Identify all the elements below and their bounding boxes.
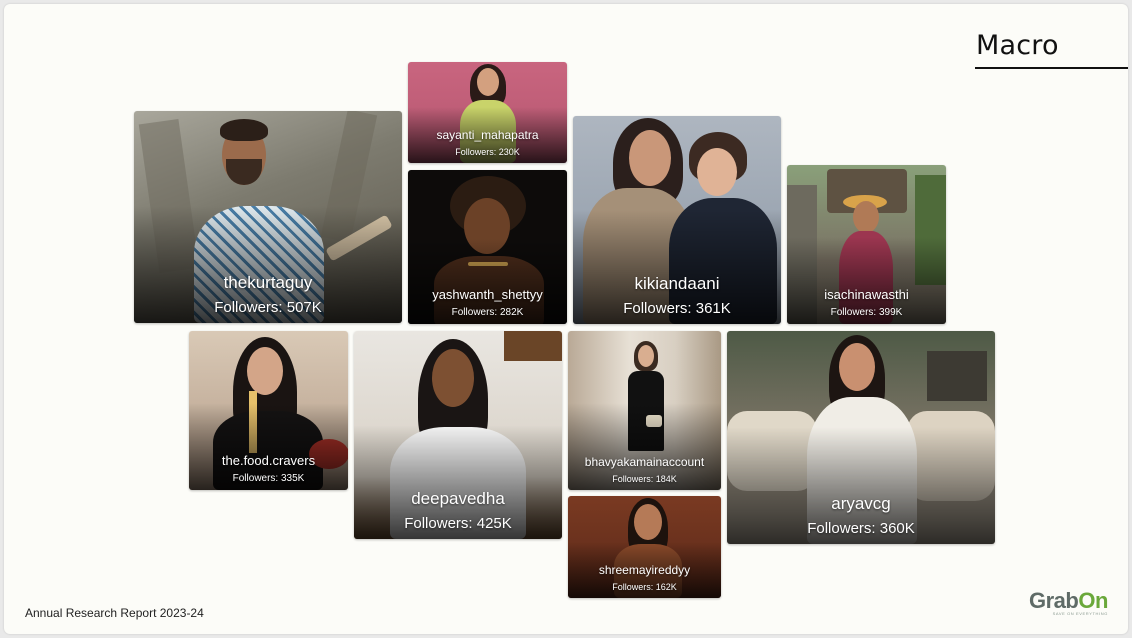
logo-main-text: Grab	[1029, 588, 1079, 613]
influencer-followers: Followers: 162K	[612, 582, 677, 592]
page-title: Macro	[976, 30, 1059, 61]
influencer-handle: kikiandaani	[634, 274, 720, 293]
influencer-followers: Followers: 230K	[455, 147, 520, 157]
influencer-card-sayanti-mahapatra[interactable]: sayanti_mahapatra Followers: 230K	[408, 62, 567, 163]
influencer-handle: yashwanth_shettyy	[432, 287, 543, 302]
influencer-card-deepavedha[interactable]: deepavedha Followers: 425K	[354, 331, 562, 539]
influencer-handle: aryavcg	[831, 494, 891, 513]
influencer-followers: Followers: 360K	[807, 520, 915, 537]
influencer-handle: isachinawasthi	[824, 287, 909, 302]
influencer-card-kikiandaani[interactable]: kikiandaani Followers: 361K	[573, 116, 781, 324]
grabon-logo: GrabOn SAVE ON EVERYTHING	[1029, 588, 1108, 616]
slide: Macro thekurtaguy Followers: 507K sayant…	[4, 4, 1128, 634]
report-footer: Annual Research Report 2023-24	[25, 606, 204, 620]
influencer-followers: Followers: 282K	[451, 307, 524, 318]
influencer-card-shreemayireddyy[interactable]: shreemayireddyy Followers: 162K	[568, 496, 721, 598]
logo-accent-text: On	[1078, 588, 1108, 613]
influencer-followers: Followers: 507K	[214, 299, 322, 316]
influencer-followers: Followers: 361K	[623, 300, 731, 317]
influencer-handle: shreemayireddyy	[598, 563, 691, 577]
influencer-card-the-food-cravers[interactable]: the.food.cravers Followers: 335K	[189, 331, 348, 490]
influencer-handle: deepavedha	[411, 489, 505, 508]
influencer-card-thekurtaguy[interactable]: thekurtaguy Followers: 507K	[134, 111, 402, 323]
influencer-followers: Followers: 425K	[404, 515, 512, 532]
influencer-followers: Followers: 184K	[612, 474, 677, 484]
influencer-handle: sayanti_mahapatra	[436, 128, 539, 142]
influencer-card-aryavcg[interactable]: aryavcg Followers: 360K	[727, 331, 995, 544]
influencer-handle: the.food.cravers	[221, 453, 316, 468]
title-underline	[975, 67, 1128, 69]
influencer-card-bhavyakamainaccount[interactable]: bhavyakamainaccount Followers: 184K	[568, 331, 721, 490]
influencer-handle: bhavyakamainaccount	[584, 455, 705, 469]
influencer-card-isachinawasthi[interactable]: isachinawasthi Followers: 399K	[787, 165, 946, 324]
influencer-handle: thekurtaguy	[223, 273, 313, 292]
influencer-followers: Followers: 399K	[830, 307, 903, 318]
influencer-followers: Followers: 335K	[232, 473, 305, 484]
influencer-card-yashwanth-shettyy[interactable]: yashwanth_shettyy Followers: 282K	[408, 170, 567, 324]
